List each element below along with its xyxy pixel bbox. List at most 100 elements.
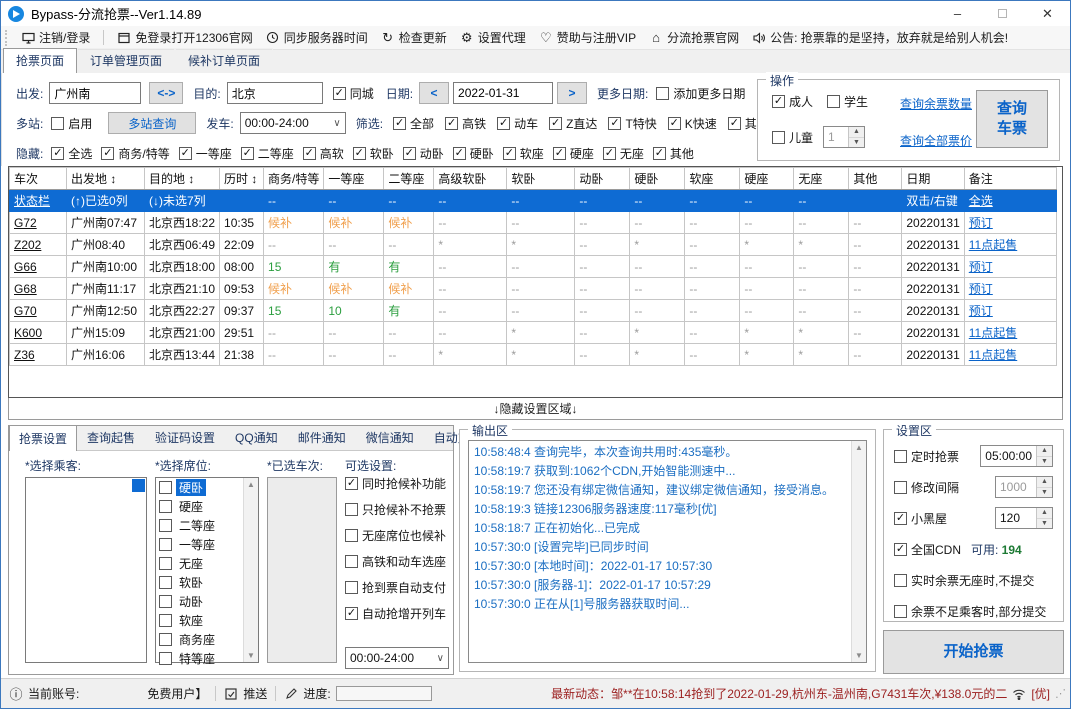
- column-header[interactable]: 软座: [684, 167, 741, 190]
- column-header[interactable]: 出发地 ↕: [66, 167, 145, 190]
- settings-tab-验证码设置[interactable]: 验证码设置: [145, 424, 225, 450]
- checkbox-商务/特等[interactable]: 商务/特等: [101, 145, 170, 162]
- seat-option-硬卧[interactable]: 硬卧: [156, 478, 243, 497]
- column-header[interactable]: 高级软卧: [433, 167, 508, 190]
- column-header[interactable]: 硬座: [739, 167, 795, 190]
- checkbox-硬座[interactable]: 硬座: [552, 145, 594, 162]
- passenger-listbox[interactable]: [25, 477, 147, 663]
- spinner-down-icon[interactable]: ▼: [1037, 487, 1052, 497]
- train-row[interactable]: K600 广州15:09 北京西21:00 29:51 -- -- -- -- * -- * -- * *…: [9, 321, 1057, 344]
- toolbar-item-6[interactable]: ♡ 赞助与注册VIP: [539, 29, 636, 46]
- checkbox-同时抢候补功能[interactable]: 同时抢候补功能: [345, 475, 451, 492]
- train-number-cell[interactable]: Z202: [9, 233, 67, 256]
- train-number-cell[interactable]: 状态栏: [9, 189, 67, 212]
- column-header[interactable]: 软卧: [506, 167, 576, 190]
- child-count-stepper[interactable]: 1 ▲ ▼: [823, 126, 866, 148]
- checkbox-高软[interactable]: 高软: [302, 145, 344, 162]
- train-row[interactable]: G66 广州南10:00 北京西18:00 08:00 15 有有 -- -- -- -- -- --…: [9, 255, 1057, 278]
- train-row[interactable]: 状态栏 (↑)已选0列 (↓)未选7列 -- -- -- -- -- -- -- -- -- -- 双击/…: [9, 189, 1057, 212]
- checkbox-动卧[interactable]: 动卧: [402, 145, 444, 162]
- swap-stations-button[interactable]: <->: [149, 82, 184, 104]
- settings-tab-查询起售[interactable]: 查询起售: [77, 424, 145, 450]
- scroll-down-icon[interactable]: ▼: [247, 651, 255, 660]
- train-number-cell[interactable]: K600: [9, 321, 67, 344]
- push-item[interactable]: 推送: [224, 685, 267, 702]
- query-prices-link[interactable]: 查询全部票价: [900, 132, 972, 149]
- spinner-up-icon[interactable]: ▲: [1037, 508, 1052, 519]
- table-link-cell[interactable]: 预订: [963, 299, 1057, 322]
- table-link-cell[interactable]: 预订: [963, 277, 1057, 300]
- train-number-cell[interactable]: G70: [9, 299, 67, 322]
- toolbar-item-1[interactable]: 注销/登录: [21, 29, 90, 46]
- checkbox-child[interactable]: 儿童: [772, 129, 813, 146]
- checkbox-T特快[interactable]: T特快: [608, 115, 657, 132]
- spinner-down-icon[interactable]: ▼: [1037, 456, 1052, 466]
- checkbox-adult[interactable]: 成人: [772, 93, 813, 110]
- train-number-cell[interactable]: G68: [9, 277, 67, 300]
- toolbar-item-2[interactable]: 免登录打开12306官网: [117, 29, 253, 46]
- seat-option-无座[interactable]: 无座: [156, 554, 243, 573]
- checkbox-二等座[interactable]: 二等座: [240, 145, 294, 162]
- hidden-settings-divider[interactable]: ↓隐藏设置区域↓: [8, 398, 1063, 420]
- seat-option-动卧[interactable]: 动卧: [156, 592, 243, 611]
- checkbox-一等座[interactable]: 一等座: [178, 145, 232, 162]
- table-link-cell[interactable]: 11点起售: [963, 343, 1057, 366]
- train-row[interactable]: G72 广州南07:47 北京西18:22 10:35 候补 候补 候补 -- -- -- -- --…: [9, 211, 1057, 234]
- toolbar-item-7[interactable]: ⌂ 分流抢票官网: [649, 29, 739, 46]
- train-row[interactable]: Z36 广州16:06 北京西13:44 21:38 -- -- -- * * -- * -- * * --…: [9, 343, 1057, 366]
- spinner-up-icon[interactable]: ▲: [849, 127, 865, 138]
- checkbox-定时抢票[interactable]: 定时抢票: [894, 448, 959, 465]
- table-link-cell[interactable]: 预订: [963, 211, 1057, 234]
- train-row[interactable]: G70 广州南12:50 北京西22:27 09:37 15 10 有 -- -- -- -- -- -…: [9, 299, 1057, 322]
- scroll-up-icon[interactable]: ▲: [247, 480, 255, 489]
- checkbox-高铁和动车选座[interactable]: 高铁和动车选座: [345, 553, 451, 570]
- checkbox-无座席位也候补[interactable]: 无座席位也候补: [345, 527, 451, 544]
- checkbox-全选[interactable]: 全选: [51, 145, 92, 162]
- seat-option-二等座[interactable]: 二等座: [156, 516, 243, 535]
- next-date-button[interactable]: >: [557, 82, 588, 104]
- column-header[interactable]: 硬卧: [629, 167, 686, 190]
- train-row[interactable]: G68 广州南11:17 北京西21:10 09:53 候补 候补 候补 -- -- -- -- --…: [9, 277, 1057, 300]
- output-logbox[interactable]: 10:58:48:4 查询完毕，本次查询共用时:435毫秒。 10:58:19:7…: [468, 440, 867, 663]
- spinner-up-icon[interactable]: ▲: [1037, 446, 1052, 457]
- seat-option-软卧[interactable]: 软卧: [156, 573, 243, 592]
- seat-option-一等座[interactable]: 一等座: [156, 535, 243, 554]
- checkbox-全国CDN[interactable]: 全国CDN: [894, 541, 961, 558]
- checkbox-实时余票无座时,不提交[interactable]: 实时余票无座时,不提交: [894, 572, 1034, 589]
- start-grab-button[interactable]: 开始抢票: [883, 630, 1064, 674]
- column-header[interactable]: 车次: [9, 167, 67, 190]
- settings-tab-抢票设置[interactable]: 抢票设置: [9, 425, 78, 451]
- grab-time-range-select[interactable]: 00:00-24:00 ∨: [345, 647, 449, 669]
- toolbar-item-3[interactable]: 同步服务器时间: [266, 29, 368, 46]
- resize-grip[interactable]: ⋰: [1055, 687, 1066, 700]
- column-header[interactable]: 日期: [901, 167, 965, 190]
- stepper-定时抢票[interactable]: 05:00:00 ▲ ▼: [980, 445, 1053, 467]
- checkbox-Z直达[interactable]: Z直达: [549, 115, 597, 132]
- seat-option-软座[interactable]: 软座: [156, 611, 243, 630]
- seat-list-scrollbar[interactable]: ▲ ▼: [243, 478, 258, 662]
- checkbox-硬卧[interactable]: 硬卧: [452, 145, 494, 162]
- checkbox-软卧[interactable]: 软卧: [352, 145, 394, 162]
- minimize-button[interactable]: –: [935, 1, 980, 26]
- checkbox-其他[interactable]: 其他: [652, 145, 694, 162]
- settings-tab-微信通知[interactable]: 微信通知: [356, 424, 424, 450]
- column-header[interactable]: 二等座: [383, 167, 435, 190]
- spinner-up-icon[interactable]: ▲: [1037, 477, 1052, 488]
- checkbox-抢到票自动支付[interactable]: 抢到票自动支付: [345, 579, 451, 596]
- selected-trains-box[interactable]: [267, 477, 337, 663]
- settings-tab-QQ通知[interactable]: QQ通知: [225, 424, 288, 450]
- column-header[interactable]: 一等座: [323, 167, 385, 190]
- column-header[interactable]: 备注: [963, 167, 1057, 190]
- checkbox-修改间隔[interactable]: 修改间隔: [894, 479, 959, 496]
- seat-option-特等座[interactable]: 特等座: [156, 649, 243, 668]
- toolbar-item-8[interactable]: 公告: 抢票靠的是坚持，放弃就是给别人机会!: [752, 29, 1008, 46]
- spinner-down-icon[interactable]: ▼: [1037, 518, 1052, 528]
- checkbox-动车[interactable]: 动车: [497, 115, 538, 132]
- table-link-cell[interactable]: 全选: [963, 189, 1057, 212]
- seat-option-商务座[interactable]: 商务座: [156, 630, 243, 649]
- column-header[interactable]: 其他: [848, 167, 903, 190]
- close-button[interactable]: ✕: [1025, 1, 1070, 26]
- checkbox-小黑屋[interactable]: 小黑屋: [894, 510, 947, 527]
- settings-tab-邮件通知[interactable]: 邮件通知: [288, 424, 356, 450]
- checkbox-自动抢增开列车[interactable]: 自动抢增开列车: [345, 605, 451, 622]
